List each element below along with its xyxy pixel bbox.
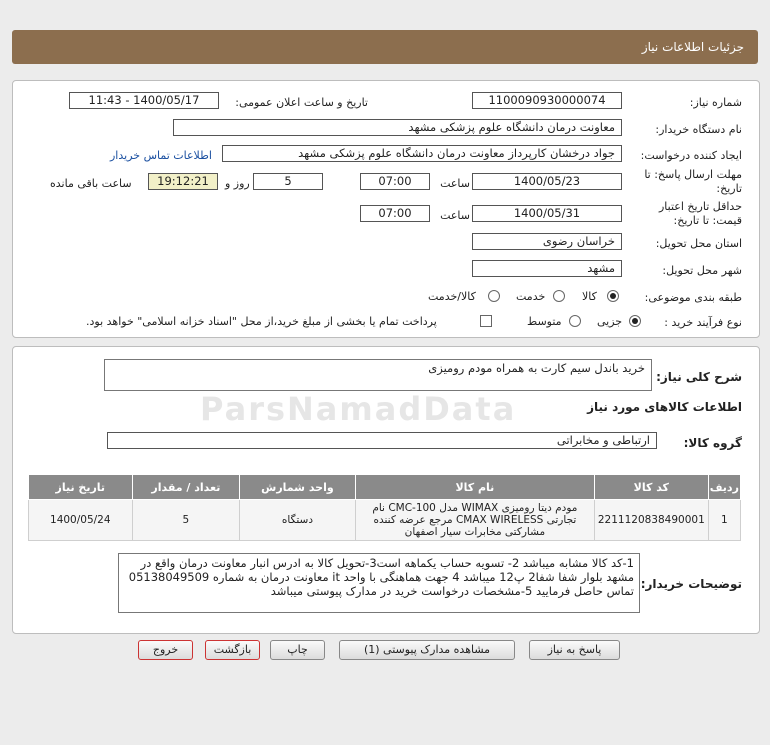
exit-button[interactable]: خروج [138, 640, 193, 660]
days-label: روز و [225, 177, 250, 190]
announce-label: تاریخ و ساعت اعلان عمومی: [235, 96, 368, 109]
remaining-time-field: 19:12:21 [148, 173, 218, 190]
goods-table: ردیف کد کالا نام کالا واحد شمارش تعداد /… [28, 474, 742, 541]
process-minor-radio[interactable] [629, 315, 641, 327]
deadline-time-field: 07:00 [360, 173, 430, 190]
need-number-field: 1100090930000074 [472, 92, 622, 109]
days-field: 5 [253, 173, 323, 190]
province-field: خراسان رضوی [472, 233, 622, 250]
cell-name: مودم دیتا رومیزی WIMAX مدل CMC-100 نام ت… [354, 499, 596, 541]
buyer-notes-label: توضیحات خریدار: [640, 577, 742, 591]
category-goods-label: کالا [582, 290, 597, 303]
creator-label: ایجاد کننده درخواست: [640, 149, 742, 162]
buyer-org-label: نام دستگاه خریدار: [655, 123, 742, 136]
reply-button[interactable]: پاسخ به نیاز [529, 640, 620, 660]
validity-date-field: 1400/05/31 [472, 205, 622, 222]
col-unit: واحد شمارش [239, 474, 356, 500]
process-minor-label: جزیی [597, 315, 623, 328]
table-row: 1 2211120838490001 مودم دیتا رومیزی WIMA… [28, 499, 742, 541]
summary-label: شرح کلی نیاز: [656, 370, 742, 384]
category-goods-service-label: کالا/خدمت [428, 290, 476, 303]
goods-info-title: اطلاعات کالاهای مورد نیاز [587, 400, 742, 414]
cell-date: 1400/05/24 [28, 499, 133, 541]
validity-time-field: 07:00 [360, 205, 430, 222]
validity-label: حداقل تاریخ اعتبار قیمت: تا تاریخ: [658, 200, 742, 227]
city-field: مشهد [472, 260, 622, 277]
category-goods-radio[interactable] [607, 290, 619, 302]
treasury-payment-checkbox[interactable] [480, 315, 492, 327]
col-code: کد کالا [594, 474, 709, 500]
validity-time-label: ساعت [440, 209, 470, 222]
category-goods-service-radio[interactable] [488, 290, 500, 302]
buyer-org-field: معاونت درمان دانشگاه علوم پزشکی مشهد [173, 119, 622, 136]
remaining-label: ساعت باقی مانده [50, 177, 132, 190]
city-label: شهر محل تحویل: [662, 264, 742, 277]
print-button[interactable]: چاپ [270, 640, 325, 660]
back-button[interactable]: بازگشت [205, 640, 260, 660]
buyer-notes-field: 1-کد کالا مشابه میباشد 2- تسویه حساب یکم… [118, 553, 640, 613]
category-label: طبقه بندی موضوعی: [644, 291, 742, 304]
col-name: نام کالا [354, 474, 596, 500]
deadline-date-field: 1400/05/23 [472, 173, 622, 190]
cell-code: 2211120838490001 [594, 499, 709, 541]
col-row: ردیف [707, 474, 742, 500]
view-docs-button[interactable]: مشاهده مدارک پیوستی (1) [339, 640, 515, 660]
need-number-label: شماره نیاز: [689, 96, 742, 109]
col-date: تاریخ نیاز [28, 474, 133, 500]
process-medium-radio[interactable] [569, 315, 581, 327]
cell-row: 1 [707, 499, 742, 541]
cell-unit: دستگاه [239, 499, 356, 541]
page-title: جزئیات اطلاعات نیاز [641, 40, 744, 54]
province-label: استان محل تحویل: [655, 237, 742, 250]
watermark: ParsNamadData [200, 390, 517, 428]
category-service-label: خدمت [516, 290, 546, 303]
contact-buyer-link[interactable]: اطلاعات تماس خریدار [110, 149, 212, 162]
table-header-row: ردیف کد کالا نام کالا واحد شمارش تعداد /… [28, 474, 742, 500]
cell-qty: 5 [131, 499, 241, 541]
group-field: ارتباطی و مخابراتی [107, 432, 657, 449]
group-label: گروه کالا: [683, 436, 742, 450]
col-qty: تعداد / مقدار [131, 474, 241, 500]
deadline-time-label: ساعت [440, 177, 470, 190]
page-header: جزئیات اطلاعات نیاز [12, 30, 758, 64]
category-service-radio[interactable] [553, 290, 565, 302]
process-label: نوع فرآیند خرید : [664, 316, 742, 329]
announce-date-field: 1400/05/17 - 11:43 [69, 92, 219, 109]
payment-note: پرداخت تمام یا بخشی از مبلغ خرید،از محل … [86, 315, 437, 328]
deadline-label: مهلت ارسال پاسخ: تا تاریخ: [644, 168, 742, 195]
summary-field: خرید باندل سیم کارت به همراه مودم رومیزی [104, 359, 652, 391]
creator-field: جواد درخشان کارپرداز معاونت درمان دانشگا… [222, 145, 622, 162]
process-medium-label: متوسط [527, 315, 562, 328]
